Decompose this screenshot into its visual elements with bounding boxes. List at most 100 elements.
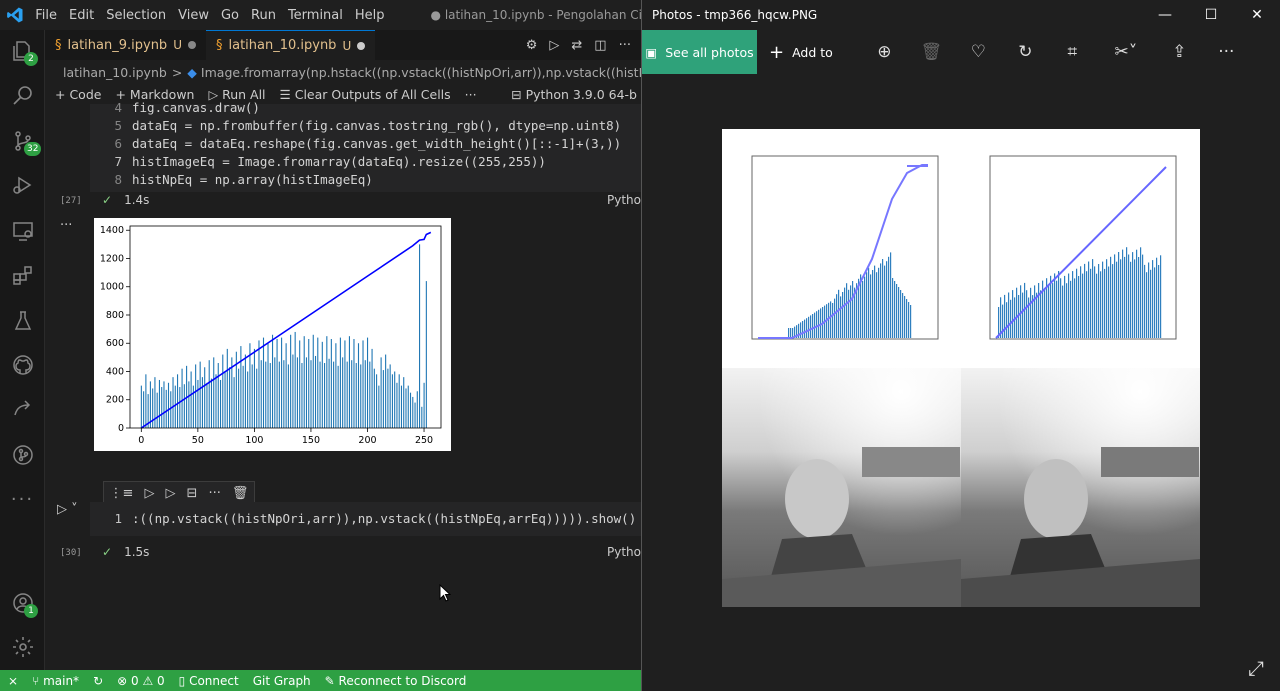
- add-to-button[interactable]: + Add to: [769, 42, 833, 63]
- run-debug-icon[interactable]: [0, 164, 45, 206]
- menu-file[interactable]: File: [29, 8, 63, 23]
- live-share-icon[interactable]: [0, 388, 45, 430]
- more-options-icon[interactable]: ···: [1203, 42, 1250, 62]
- more-actions-icon[interactable]: ···: [619, 38, 631, 53]
- code-cell-27[interactable]: 4 fig.canvas.draw() 5 dataEq = np.frombuff…: [90, 100, 641, 210]
- compare-icon[interactable]: ⇄: [571, 38, 582, 53]
- histogram-bar: [258, 340, 260, 428]
- cell-code: 4 fig.canvas.draw() 5 dataEq = np.frombuff…: [90, 99, 621, 189]
- thumbnail-bar: [832, 303, 834, 338]
- histogram-bar: [301, 363, 303, 428]
- thumbnail-bar: [1160, 255, 1162, 338]
- histogram-bar: [271, 334, 274, 428]
- unsaved-dot-icon[interactable]: [187, 41, 196, 49]
- source-control-icon[interactable]: 32: [0, 120, 45, 162]
- execute-below-icon[interactable]: ▷: [165, 486, 175, 501]
- thumbnail-bar: [870, 274, 872, 338]
- split-cell-icon[interactable]: ⊟: [187, 486, 198, 501]
- editor-actions: ⚙ ▷ ⇄ ◫ ···: [526, 38, 641, 53]
- edit-draw-icon[interactable]: ✂˅: [1096, 42, 1156, 62]
- crop-icon[interactable]: ⌗: [1049, 42, 1096, 62]
- histogram-bar: [260, 360, 262, 428]
- problems-item[interactable]: ⊗ 0 ⚠ 0: [117, 674, 165, 688]
- discord-item[interactable]: ✎ Reconnect to Discord: [325, 674, 467, 688]
- status-bar: ⨯ ⑂ main* ↻ ⊗ 0 ⚠ 0 ▯ Connect Git Graph …: [0, 670, 641, 691]
- thumbnail-bar: [816, 311, 818, 338]
- histogram-bar: [407, 385, 409, 428]
- maximize-button[interactable]: ☐: [1188, 7, 1234, 23]
- thumbnail-bar: [1120, 259, 1122, 338]
- thumbnail-bar: [1040, 290, 1042, 338]
- line-number: 1: [114, 511, 122, 526]
- thumbnail-bar: [1090, 268, 1092, 338]
- plus-icon: +: [769, 41, 785, 63]
- thumbnail-bar: [1008, 292, 1010, 338]
- execute-above-icon[interactable]: ⋮≡: [110, 486, 134, 501]
- run-icon[interactable]: ▷: [549, 38, 559, 53]
- sync-icon[interactable]: ↻: [93, 674, 103, 688]
- menu-edit[interactable]: Edit: [63, 8, 100, 23]
- thumbnail-bar: [894, 281, 896, 338]
- histogram-bar: [351, 360, 353, 428]
- output-menu-button[interactable]: ···: [60, 218, 72, 233]
- histogram-bar: [179, 387, 181, 428]
- testing-flask-icon[interactable]: [0, 300, 45, 342]
- menu-view[interactable]: View: [172, 8, 215, 23]
- explorer-icon[interactable]: 2: [0, 30, 45, 72]
- menu-terminal[interactable]: Terminal: [282, 8, 349, 23]
- more-views-icon[interactable]: ···: [0, 478, 45, 520]
- histogram-bar: [373, 368, 375, 428]
- branch-item[interactable]: ⑂ main*: [32, 674, 79, 688]
- histogram-bar: [183, 384, 185, 428]
- connect-item[interactable]: ▯ Connect: [179, 674, 239, 688]
- histogram-bar: [394, 371, 396, 428]
- thumbnail-bar: [1128, 254, 1130, 338]
- split-editor-icon[interactable]: ◫: [594, 38, 606, 53]
- git-graph-item[interactable]: Git Graph: [253, 674, 311, 688]
- window-controls: — ☐ ✕: [1142, 7, 1280, 23]
- unsaved-dot-icon[interactable]: [357, 41, 366, 50]
- accounts-icon[interactable]: 1: [0, 582, 45, 624]
- thumbnail-bar: [1058, 271, 1060, 338]
- cell-more-icon[interactable]: ···: [208, 486, 220, 501]
- tab-latihan-9[interactable]: § latihan_9.ipynb U: [45, 30, 206, 60]
- close-button[interactable]: ✕: [1234, 7, 1280, 23]
- git-graph-icon[interactable]: [0, 434, 45, 476]
- menu-go[interactable]: Go: [215, 8, 245, 23]
- y-tick-label: 400: [106, 366, 124, 377]
- favorite-heart-icon[interactable]: ♡: [955, 42, 1002, 62]
- code-cell-30[interactable]: 1:((np.vstack((histNpOri,arr)),np.vstack…: [90, 502, 641, 536]
- extensions-icon[interactable]: [0, 254, 45, 296]
- remote-icon[interactable]: ⨯: [8, 674, 18, 688]
- thumbnail-bar: [884, 265, 886, 338]
- search-icon[interactable]: [0, 74, 45, 116]
- y-tick-label: 1000: [100, 282, 124, 293]
- settings-gear-icon[interactable]: [0, 626, 45, 668]
- histogram-bar: [339, 337, 341, 428]
- histogram-bar: [369, 361, 371, 428]
- thumbnail-bar: [874, 265, 876, 338]
- remote-explorer-icon[interactable]: [0, 210, 45, 252]
- github-icon[interactable]: [0, 344, 45, 386]
- menu-help[interactable]: Help: [349, 8, 391, 23]
- breadcrumb-file[interactable]: latihan_10.ipynb: [63, 65, 167, 80]
- histogram-bar: [412, 396, 414, 428]
- menu-selection[interactable]: Selection: [100, 8, 172, 23]
- share-icon[interactable]: ⇪: [1156, 42, 1203, 62]
- code-text: dataEq = dataEq.reshape(fig.canvas.get_w…: [132, 136, 622, 151]
- run-cell-button[interactable]: ▷ ˅: [57, 502, 78, 517]
- fullscreen-expand-icon[interactable]: ⤢: [1248, 656, 1264, 680]
- delete-cell-icon[interactable]: 🗑: [232, 486, 249, 501]
- histogram-bar: [276, 339, 278, 428]
- tab-latihan-10[interactable]: § latihan_10.ipynb U: [205, 30, 376, 60]
- menu-run[interactable]: Run: [245, 8, 282, 23]
- minimize-button[interactable]: —: [1142, 7, 1188, 23]
- rotate-icon[interactable]: ↻: [1002, 42, 1049, 62]
- see-all-photos-button[interactable]: ▣ See all photos: [642, 30, 757, 74]
- zoom-icon[interactable]: ⊕: [861, 42, 908, 62]
- thumbnail-bar: [896, 284, 898, 338]
- delete-icon[interactable]: 🗑: [908, 42, 955, 62]
- breadcrumb-symbol[interactable]: Image.fromarray(np.hstack((np.vstack((hi…: [201, 65, 641, 80]
- execute-cell-below-icon[interactable]: ▷: [144, 486, 154, 501]
- gear-icon[interactable]: ⚙: [526, 38, 538, 53]
